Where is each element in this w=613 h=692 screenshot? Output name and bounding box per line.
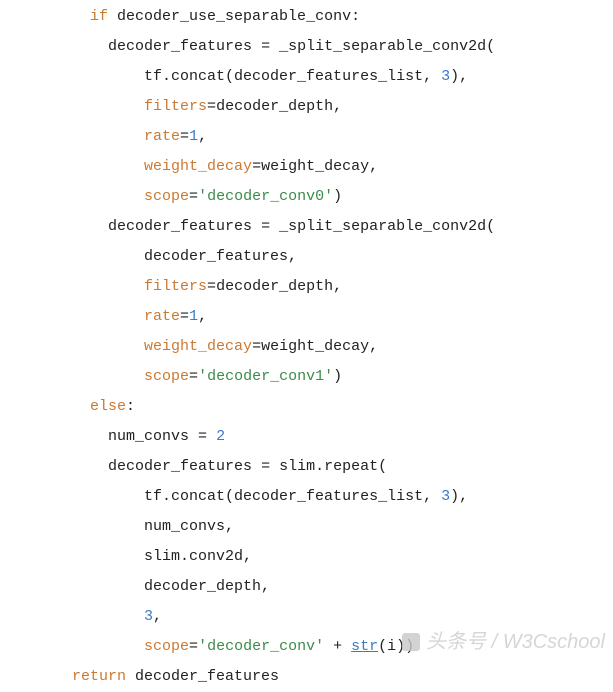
code-line: rate=1, <box>0 302 613 332</box>
token-op: = <box>189 188 198 205</box>
token-plain: weight_decay, <box>261 158 378 175</box>
code-line: tf.concat(decoder_features_list, 3), <box>0 482 613 512</box>
token-plain: ) <box>333 188 342 205</box>
token-plain: decoder_features <box>126 668 279 685</box>
token-plain: decoder_features, <box>144 248 297 265</box>
code-line: decoder_depth, <box>0 572 613 602</box>
code-line: decoder_features = _split_separable_conv… <box>0 32 613 62</box>
token-num: 3 <box>441 68 450 85</box>
token-plain: (i)) <box>378 638 414 655</box>
code-line: scope='decoder_conv1') <box>0 362 613 392</box>
token-plain: decoder_features <box>108 38 261 55</box>
token-kw: return <box>72 668 126 685</box>
token-op: = <box>261 458 270 475</box>
token-plain: decoder_depth, <box>144 578 270 595</box>
token-plain: tf.concat(decoder_features_list, <box>144 488 441 505</box>
code-line: if decoder_use_separable_conv: <box>0 2 613 32</box>
token-plain: slim.conv2d, <box>144 548 252 565</box>
token-param: scope <box>144 638 189 655</box>
code-line: else: <box>0 392 613 422</box>
code-line: filters=decoder_depth, <box>0 272 613 302</box>
token-op: = <box>261 218 270 235</box>
token-plain: decoder_depth, <box>216 98 342 115</box>
code-line: decoder_features = _split_separable_conv… <box>0 212 613 242</box>
token-plain: weight_decay, <box>261 338 378 355</box>
code-block: if decoder_use_separable_conv: decoder_f… <box>0 0 613 692</box>
token-kw: else <box>90 398 126 415</box>
token-str: 'decoder_conv1' <box>198 368 333 385</box>
code-line: num_convs = 2 <box>0 422 613 452</box>
token-op: = <box>261 38 270 55</box>
token-op: = <box>180 128 189 145</box>
code-line: tf.concat(decoder_features_list, 3), <box>0 62 613 92</box>
code-line: scope='decoder_conv0') <box>0 182 613 212</box>
token-plain: , <box>153 608 162 625</box>
token-plain: decoder_depth, <box>216 278 342 295</box>
token-plain <box>342 638 351 655</box>
code-line: 3, <box>0 602 613 632</box>
code-line: scope='decoder_conv' + str(i)) <box>0 632 613 662</box>
token-op: = <box>252 158 261 175</box>
token-op: = <box>207 98 216 115</box>
token-param: scope <box>144 188 189 205</box>
token-plain <box>207 428 216 445</box>
code-line: slim.conv2d, <box>0 542 613 572</box>
code-line: filters=decoder_depth, <box>0 92 613 122</box>
token-param: rate <box>144 128 180 145</box>
token-plain: _split_separable_conv2d( <box>270 38 495 55</box>
token-builtin: str <box>351 638 378 655</box>
token-param: weight_decay <box>144 158 252 175</box>
token-plain: _split_separable_conv2d( <box>270 218 495 235</box>
token-plain: decoder_use_separable_conv: <box>108 8 360 25</box>
token-param: filters <box>144 98 207 115</box>
code-line: decoder_features = slim.repeat( <box>0 452 613 482</box>
token-op: = <box>252 338 261 355</box>
token-op: = <box>198 428 207 445</box>
token-plain: ) <box>333 368 342 385</box>
code-line: rate=1, <box>0 122 613 152</box>
token-op: + <box>333 638 342 655</box>
token-plain: decoder_features <box>108 218 261 235</box>
code-line: decoder_features, <box>0 242 613 272</box>
token-op: = <box>207 278 216 295</box>
token-kw: if <box>90 8 108 25</box>
token-param: filters <box>144 278 207 295</box>
token-op: = <box>189 368 198 385</box>
code-line: num_convs, <box>0 512 613 542</box>
token-str: 'decoder_conv' <box>198 638 324 655</box>
code-line: weight_decay=weight_decay, <box>0 332 613 362</box>
code-line: return decoder_features <box>0 662 613 692</box>
token-plain: : <box>126 398 135 415</box>
token-op: = <box>180 308 189 325</box>
token-param: scope <box>144 368 189 385</box>
token-plain: ), <box>450 68 468 85</box>
token-plain: , <box>198 128 207 145</box>
token-num: 1 <box>189 128 198 145</box>
token-param: rate <box>144 308 180 325</box>
token-str: 'decoder_conv0' <box>198 188 333 205</box>
token-plain: , <box>198 308 207 325</box>
token-num: 2 <box>216 428 225 445</box>
token-plain: tf.concat(decoder_features_list, <box>144 68 441 85</box>
token-num: 3 <box>144 608 153 625</box>
code-line: weight_decay=weight_decay, <box>0 152 613 182</box>
token-plain: num_convs <box>108 428 198 445</box>
token-plain <box>324 638 333 655</box>
token-num: 3 <box>441 488 450 505</box>
token-plain: decoder_features <box>108 458 261 475</box>
token-plain: ), <box>450 488 468 505</box>
token-param: weight_decay <box>144 338 252 355</box>
token-op: = <box>189 638 198 655</box>
token-num: 1 <box>189 308 198 325</box>
token-plain: slim.repeat( <box>270 458 387 475</box>
token-plain: num_convs, <box>144 518 234 535</box>
